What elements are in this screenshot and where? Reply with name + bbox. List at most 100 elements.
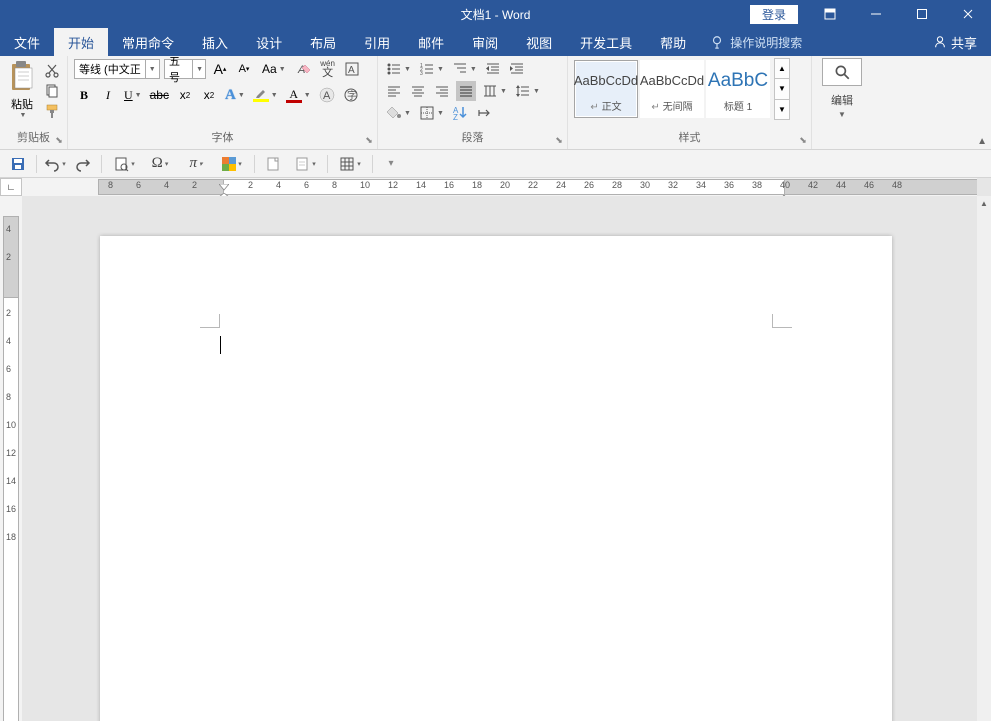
multilevel-list-button[interactable]: ▼ bbox=[450, 59, 479, 79]
clear-format-button[interactable]: A bbox=[294, 59, 314, 79]
tab-help[interactable]: 帮助 bbox=[646, 28, 700, 56]
close-button[interactable] bbox=[945, 0, 991, 28]
tell-me-search[interactable]: 操作说明搜索 bbox=[700, 28, 812, 56]
underline-button[interactable]: U▼ bbox=[122, 85, 144, 105]
ribbon-display-options-button[interactable] bbox=[807, 0, 853, 28]
new-doc-button[interactable] bbox=[261, 153, 285, 175]
svg-text:3: 3 bbox=[420, 71, 423, 77]
tab-selector[interactable]: ∟ bbox=[0, 178, 22, 196]
table-button[interactable]: ▾ bbox=[334, 153, 366, 175]
save-button[interactable] bbox=[6, 153, 30, 175]
shrink-font-button[interactable]: A▾ bbox=[234, 59, 254, 79]
vertical-ruler[interactable]: 4224681012141618 bbox=[0, 196, 22, 721]
font-family-combo[interactable]: 等线 (中文正▼ bbox=[74, 59, 160, 79]
numbering-button[interactable]: 123▼ bbox=[417, 59, 446, 79]
align-left-button[interactable] bbox=[384, 81, 404, 101]
svg-text:Z: Z bbox=[453, 113, 458, 121]
tab-developer[interactable]: 开发工具 bbox=[566, 28, 646, 56]
style-no-spacing[interactable]: AaBbCcDd ↵ 无间隔 bbox=[640, 60, 704, 118]
font-launcher[interactable]: ⬊ bbox=[363, 134, 375, 146]
align-center-button[interactable] bbox=[408, 81, 428, 101]
symbol-button[interactable]: Ω▾ bbox=[144, 153, 176, 175]
margin-corner-tr bbox=[772, 314, 792, 328]
tab-layout[interactable]: 布局 bbox=[296, 28, 350, 56]
share-label: 共享 bbox=[951, 33, 977, 52]
tab-design[interactable]: 设计 bbox=[242, 28, 296, 56]
equation-button[interactable]: π▾ bbox=[180, 153, 212, 175]
print-preview-button[interactable]: ▾ bbox=[108, 153, 140, 175]
line-spacing-button[interactable]: ▼ bbox=[513, 81, 542, 101]
clipboard-launcher[interactable]: ⬊ bbox=[53, 134, 65, 146]
style-scroll-down[interactable]: ▼ bbox=[775, 79, 789, 99]
new-from-template-button[interactable]: ▾ bbox=[289, 153, 321, 175]
align-justify-button[interactable] bbox=[456, 81, 476, 101]
char-border-button[interactable]: A bbox=[342, 59, 362, 79]
editing-dropdown[interactable]: ▼ bbox=[838, 110, 846, 119]
italic-button[interactable]: I bbox=[98, 85, 118, 105]
style-gallery: AaBbCcDd ↵ 正文 AaBbCcDd ↵ 无间隔 AaBbC 标题 1 bbox=[572, 58, 772, 120]
horizontal-ruler[interactable]: 8642246810121416182022242628303234363840… bbox=[22, 178, 977, 196]
document-area[interactable] bbox=[22, 196, 977, 721]
style-gallery-scroll: ▲ ▼ ▼ bbox=[774, 58, 790, 120]
show-marks-button[interactable] bbox=[474, 103, 494, 123]
scroll-up-button[interactable]: ▲ bbox=[977, 196, 991, 210]
vertical-scrollbar[interactable]: ▲ bbox=[977, 196, 991, 721]
redo-button[interactable] bbox=[71, 153, 95, 175]
color-swatch-button[interactable]: ▾ bbox=[216, 153, 248, 175]
sort-button[interactable]: AZ bbox=[450, 103, 470, 123]
change-case-button[interactable]: Aa▼ bbox=[258, 59, 290, 79]
group-clipboard: 粘贴 ▼ 剪贴板 ⬊ bbox=[0, 56, 68, 149]
grow-font-button[interactable]: A▴ bbox=[210, 59, 230, 79]
cut-button[interactable] bbox=[42, 62, 62, 80]
font-color-button[interactable]: A▼ bbox=[284, 85, 313, 105]
highlight-button[interactable]: ▼ bbox=[251, 85, 280, 105]
superscript-button[interactable]: x2 bbox=[199, 85, 219, 105]
qat-customize-button[interactable]: ▾ bbox=[379, 153, 403, 175]
decrease-indent-button[interactable] bbox=[483, 59, 503, 79]
borders-button[interactable]: ▼ bbox=[417, 103, 446, 123]
maximize-button[interactable] bbox=[899, 0, 945, 28]
styles-launcher[interactable]: ⬊ bbox=[797, 134, 809, 146]
undo-button[interactable]: ▾ bbox=[43, 153, 67, 175]
subscript-button[interactable]: x2 bbox=[175, 85, 195, 105]
page[interactable] bbox=[100, 236, 892, 721]
collapse-ribbon-button[interactable]: ▲ bbox=[977, 136, 987, 147]
text-effects-button[interactable]: A▼ bbox=[223, 85, 247, 105]
tab-home[interactable]: 开始 bbox=[54, 28, 108, 56]
svg-text:A: A bbox=[348, 65, 355, 76]
minimize-button[interactable] bbox=[853, 0, 899, 28]
tab-mailings[interactable]: 邮件 bbox=[404, 28, 458, 56]
font-group-label: 字体 bbox=[68, 131, 377, 147]
shading-button[interactable]: ▼ bbox=[384, 103, 413, 123]
svg-text:字: 字 bbox=[347, 89, 357, 102]
align-distribute-button[interactable]: ▼ bbox=[480, 81, 509, 101]
format-painter-button[interactable] bbox=[42, 102, 62, 120]
tab-frequent[interactable]: 常用命令 bbox=[108, 28, 188, 56]
login-button[interactable]: 登录 bbox=[749, 4, 799, 25]
char-shading-button[interactable]: A bbox=[317, 85, 337, 105]
increase-indent-button[interactable] bbox=[507, 59, 527, 79]
style-heading-1[interactable]: AaBbC 标题 1 bbox=[706, 60, 770, 118]
tab-insert[interactable]: 插入 bbox=[188, 28, 242, 56]
strikethrough-button[interactable]: abc bbox=[148, 85, 171, 105]
phonetic-guide-button[interactable]: wén文 bbox=[318, 59, 338, 79]
bullets-button[interactable]: ▼ bbox=[384, 59, 413, 79]
style-scroll-up[interactable]: ▲ bbox=[775, 59, 789, 79]
tab-review[interactable]: 审阅 bbox=[458, 28, 512, 56]
paste-button[interactable]: 粘贴 ▼ bbox=[4, 58, 40, 120]
quick-access-toolbar: ▾ ▾ Ω▾ π▾ ▾ ▾ ▾ ▾ bbox=[0, 150, 991, 178]
align-right-button[interactable] bbox=[432, 81, 452, 101]
copy-button[interactable] bbox=[42, 82, 62, 100]
bold-button[interactable]: B bbox=[74, 85, 94, 105]
tab-view[interactable]: 视图 bbox=[512, 28, 566, 56]
find-button[interactable] bbox=[822, 58, 862, 86]
font-size-combo[interactable]: 五号▼ bbox=[164, 59, 206, 79]
share-button[interactable]: 共享 bbox=[919, 28, 991, 56]
paragraph-launcher[interactable]: ⬊ bbox=[553, 134, 565, 146]
style-normal[interactable]: AaBbCcDd ↵ 正文 bbox=[574, 60, 638, 118]
enclose-char-button[interactable]: 字 bbox=[341, 85, 361, 105]
ribbon-tabs: 文件 开始 常用命令 插入 设计 布局 引用 邮件 审阅 视图 开发工具 帮助 … bbox=[0, 28, 991, 56]
tab-references[interactable]: 引用 bbox=[350, 28, 404, 56]
style-gallery-more[interactable]: ▼ bbox=[775, 100, 789, 119]
tab-file[interactable]: 文件 bbox=[0, 28, 54, 56]
